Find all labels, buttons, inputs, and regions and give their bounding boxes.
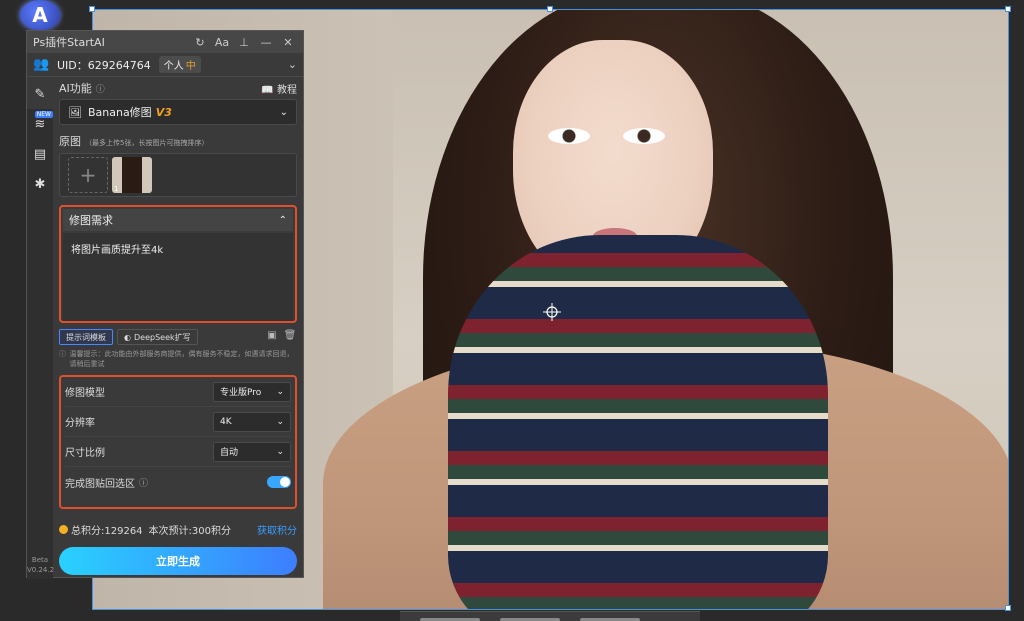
chevron-down-icon[interactable]: ⌄ (288, 58, 297, 71)
estimate-points: 本次预计:300积分 (148, 525, 232, 537)
book-icon: 📖 (261, 84, 274, 96)
image-thumbnail[interactable]: 1 (112, 157, 152, 193)
get-points-link[interactable]: 获取积分 (257, 522, 297, 537)
deepseek-button[interactable]: ◐ DeepSeek扩写 (117, 329, 198, 345)
setting-row-paste-back: 完成图贴回选区 ⓘ (65, 467, 291, 497)
settings-section: 修图模型 专业版Pro ⌄ 分辨率 4K ⌄ 尺寸比例 自动 ⌄ 完成图贴回选区 ⓘ (59, 375, 297, 509)
gear-icon: ✱ (34, 176, 46, 192)
total-points: 总积分:129264 (71, 525, 143, 537)
clipboard-icon: ▤ (33, 146, 47, 162)
sidebar-item-edit[interactable]: ✎ (27, 79, 53, 109)
history-icon[interactable]: ▣ (265, 330, 279, 344)
plugin-panel: Ps插件StartAI ↻ Aa ⊥ — ✕ 👥 UID：629264764 个… (26, 30, 304, 579)
transform-handle[interactable] (1005, 605, 1011, 611)
chevron-down-icon: ⌄ (276, 386, 284, 397)
ai-function-label: AI功能 (59, 82, 92, 95)
transform-handle[interactable] (1005, 6, 1011, 12)
info-icon: ⓘ (59, 350, 66, 358)
setting-row-model: 修图模型 专业版Pro ⌄ (65, 377, 291, 407)
coin-icon (59, 524, 68, 534)
uid-label: UID：629264764 (57, 58, 151, 72)
chevron-down-icon: ⌄ (276, 446, 284, 457)
new-badge: NEW (34, 111, 53, 118)
request-textarea[interactable]: 将图片画质提升至4k (63, 233, 293, 321)
setting-row-ratio: 尺寸比例 自动 ⌄ (65, 437, 291, 467)
image-icon: 🖼 (68, 105, 82, 119)
upload-area: + 1 (59, 153, 297, 197)
layers-icon: ≋ (34, 116, 46, 132)
resolution-dropdown[interactable]: 4K ⌄ (213, 411, 291, 432)
sidebar-item-settings[interactable]: ✱ (27, 169, 53, 199)
font-size-icon[interactable]: Aa (213, 36, 231, 49)
minimize-icon[interactable]: — (257, 36, 275, 49)
sidebar-item-clipboard[interactable]: ▤ (27, 139, 53, 169)
edit-icon: ✎ (34, 86, 46, 102)
paste-back-toggle[interactable] (267, 476, 291, 488)
version-label: Beta V0.24.2 (27, 556, 55, 574)
setting-row-resolution: 分辨率 4K ⌄ (65, 407, 291, 437)
deepseek-icon: ◐ (124, 332, 131, 342)
refresh-icon[interactable]: ↻ (191, 36, 209, 49)
photo-eye-right (623, 128, 665, 144)
trash-icon[interactable]: 🗑 (283, 330, 297, 344)
request-tools: 提示词模板 ◐ DeepSeek扩写 ▣ 🗑 (59, 329, 297, 345)
chevron-down-icon: ⌄ (276, 416, 284, 427)
transform-handle[interactable] (547, 6, 553, 12)
info-icon[interactable]: ⓘ (96, 82, 105, 95)
startai-logo: A (20, 0, 60, 30)
users-icon[interactable]: 👥 (33, 57, 51, 72)
photo-eye-left (548, 128, 590, 144)
chevron-up-icon[interactable]: ⌃ (279, 215, 287, 226)
ai-function-header: AI功能 ⓘ 📖 教程 (59, 79, 297, 97)
points-bar: 总积分:129264 本次预计:300积分 获取积分 (59, 521, 297, 537)
crosshair-icon[interactable] (543, 303, 561, 321)
close-icon[interactable]: ✕ (279, 36, 297, 49)
template-button[interactable]: 提示词模板 (59, 329, 113, 345)
original-image-header: 原图 （最多上传5张，长按图片可拖拽排序） (59, 135, 209, 148)
photo-scarf (448, 235, 828, 609)
panel-content: AI功能 ⓘ 📖 教程 🖼 Banana修图 V3 ⌄ 原图 （最多上传5张，长按… (59, 79, 297, 575)
request-section: 修图需求 ⌃ 将图片画质提升至4k (59, 205, 297, 323)
tutorial-link[interactable]: 📖 教程 (261, 81, 297, 96)
model-dropdown[interactable]: 专业版Pro ⌄ (213, 381, 291, 402)
add-image-button[interactable]: + (68, 157, 108, 193)
bottom-toolbar (400, 611, 700, 621)
panel-titlebar: Ps插件StartAI ↻ Aa ⊥ — ✕ (27, 31, 303, 53)
panel-title: Ps插件StartAI (33, 36, 105, 49)
plan-badge[interactable]: 个人中 (158, 56, 201, 73)
transform-handle[interactable] (89, 6, 95, 12)
warning-note: ⓘ 温馨提示：此功能由外部服务商提供，偶有服务不稳定，如遇请求回退，请稍后重试 (59, 350, 294, 368)
sidebar-item-layers[interactable]: ≋ NEW (27, 109, 53, 139)
request-header[interactable]: 修图需求 ⌃ (63, 209, 293, 231)
sidebar: ✎ ≋ NEW ▤ ✱ Beta V0.24.2 (27, 79, 55, 579)
ratio-dropdown[interactable]: 自动 ⌄ (213, 441, 291, 462)
account-bar: 👥 UID：629264764 个人中 ⌄ (27, 53, 303, 77)
chevron-down-icon: ⌄ (279, 106, 288, 118)
generate-button[interactable]: 立即生成 (59, 547, 297, 575)
model-select[interactable]: 🖼 Banana修图 V3 ⌄ (59, 99, 297, 125)
pin-icon[interactable]: ⊥ (235, 36, 253, 49)
info-icon[interactable]: ⓘ (139, 476, 148, 489)
